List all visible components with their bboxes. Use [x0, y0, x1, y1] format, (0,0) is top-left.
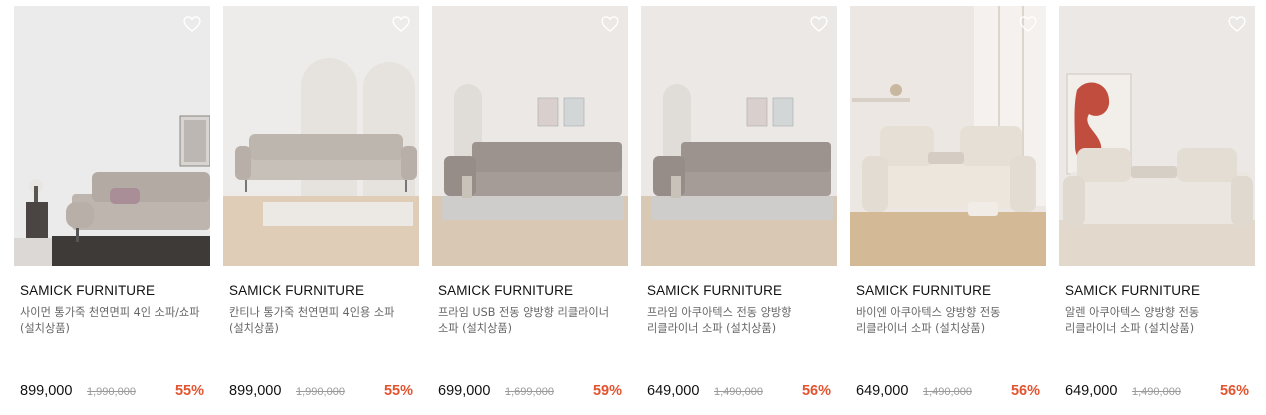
product-card[interactable]: SAMICK FURNITURE 프라임 USB 전동 양방향 리클라이너 소파… — [432, 0, 628, 415]
product-grid: SAMICK FURNITURE 사이먼 통가죽 천연면피 4인 소파/쇼파 (… — [0, 0, 1266, 415]
original-price: 1,990,000 — [296, 386, 345, 398]
sale-price: 649,000 — [856, 383, 909, 399]
sale-price: 699,000 — [438, 383, 491, 399]
sale-price: 649,000 — [1065, 383, 1118, 399]
brand-name: SAMICK FURNITURE — [1065, 283, 1201, 298]
product-card[interactable]: SAMICK FURNITURE 알렌 아쿠아텍스 양방향 전동 리클라이너 소… — [1059, 0, 1255, 415]
product-name[interactable]: 프라임 아쿠아텍스 전동 양방향 리클라이너 소파 (설치상품) — [647, 305, 833, 337]
product-card[interactable]: SAMICK FURNITURE 바이엔 아쿠아텍스 양방향 전동 리클라이너 … — [850, 0, 1046, 415]
brand-name: SAMICK FURNITURE — [438, 283, 574, 298]
price-row: 649,000 1,490,000 56% — [1065, 383, 1251, 403]
product-name[interactable]: 프라임 USB 전동 양방향 리클라이너 소파 (설치상품) — [438, 305, 624, 337]
discount-rate: 56% — [801, 383, 831, 399]
product-image[interactable] — [14, 6, 210, 266]
product-card[interactable]: SAMICK FURNITURE 프라임 아쿠아텍스 전동 양방향 리클라이너 … — [641, 0, 837, 415]
price-row: 649,000 1,490,000 56% — [856, 383, 1042, 403]
discount-rate: 56% — [1219, 383, 1249, 399]
product-card[interactable]: SAMICK FURNITURE 칸티나 통가죽 천연면피 4인용 소파 (설치… — [223, 0, 419, 415]
product-name[interactable]: 사이먼 통가죽 천연면피 4인 소파/쇼파 (설치상품) — [20, 305, 206, 337]
product-name[interactable]: 바이엔 아쿠아텍스 양방향 전동 리클라이너 소파 (설치상품) — [856, 305, 1042, 337]
sale-price: 899,000 — [229, 383, 282, 399]
heart-outline-icon[interactable] — [391, 14, 411, 34]
original-price: 1,699,000 — [505, 386, 554, 398]
sale-price: 899,000 — [20, 383, 73, 399]
original-price: 1,490,000 — [1132, 386, 1181, 398]
product-image[interactable] — [223, 6, 419, 266]
heart-outline-icon[interactable] — [1227, 14, 1247, 34]
heart-outline-icon[interactable] — [1018, 14, 1038, 34]
product-image[interactable] — [432, 6, 628, 266]
brand-name: SAMICK FURNITURE — [20, 283, 156, 298]
discount-rate: 55% — [383, 383, 413, 399]
original-price: 1,490,000 — [923, 386, 972, 398]
price-row: 899,000 1,990,000 55% — [20, 383, 206, 403]
original-price: 1,990,000 — [87, 386, 136, 398]
original-price: 1,490,000 — [714, 386, 763, 398]
price-row: 649,000 1,490,000 56% — [647, 383, 833, 403]
product-name[interactable]: 칸티나 통가죽 천연면피 4인용 소파 (설치상품) — [229, 305, 415, 337]
discount-rate: 56% — [1010, 383, 1040, 399]
product-image[interactable] — [1059, 6, 1255, 266]
product-card[interactable]: SAMICK FURNITURE 사이먼 통가죽 천연면피 4인 소파/쇼파 (… — [14, 0, 210, 415]
product-image[interactable] — [641, 6, 837, 266]
discount-rate: 55% — [174, 383, 204, 399]
price-row: 899,000 1,990,000 55% — [229, 383, 415, 403]
brand-name: SAMICK FURNITURE — [647, 283, 783, 298]
brand-name: SAMICK FURNITURE — [856, 283, 992, 298]
product-name[interactable]: 알렌 아쿠아텍스 양방향 전동 리클라이너 소파 (설치상품) — [1065, 305, 1251, 337]
brand-name: SAMICK FURNITURE — [229, 283, 365, 298]
sale-price: 649,000 — [647, 383, 700, 399]
heart-outline-icon[interactable] — [809, 14, 829, 34]
heart-outline-icon[interactable] — [182, 14, 202, 34]
product-image[interactable] — [850, 6, 1046, 266]
price-row: 699,000 1,699,000 59% — [438, 383, 624, 403]
discount-rate: 59% — [592, 383, 622, 399]
heart-outline-icon[interactable] — [600, 14, 620, 34]
